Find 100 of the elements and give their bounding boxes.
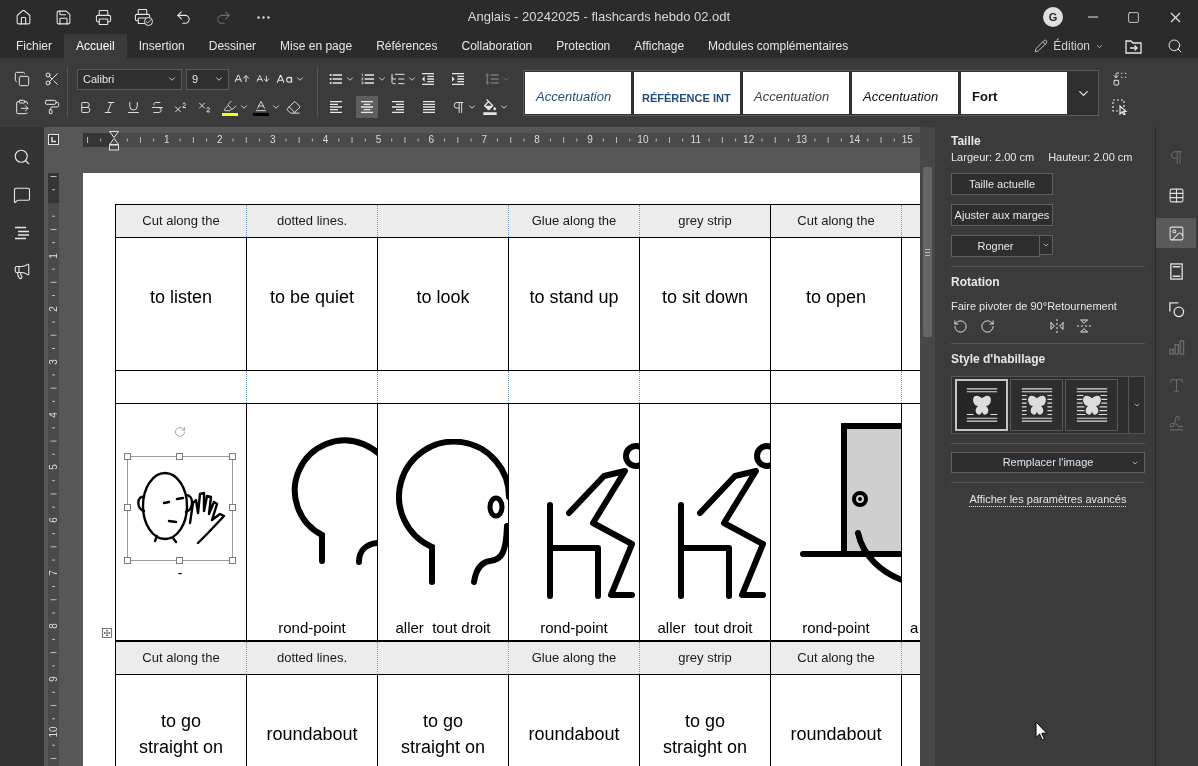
indent-marker-icon[interactable] [109,131,119,151]
style-preset[interactable]: Accentuation [743,72,849,114]
image-icon[interactable] [1167,224,1185,242]
maximize-icon[interactable] [1126,10,1140,24]
menu-tab[interactable]: Insertion [126,34,197,58]
caret-icon[interactable] [1042,241,1050,249]
subscript-icon[interactable] [197,99,212,115]
caret-icon[interactable] [377,74,387,84]
menu-tab[interactable]: Protection [544,34,623,58]
caret-icon[interactable] [467,102,477,112]
search-icon[interactable] [13,148,31,166]
highlighter-icon[interactable] [222,98,238,116]
caret-icon[interactable] [499,102,509,112]
headings-list-icon[interactable] [14,226,30,240]
underline-icon[interactable] [126,99,141,115]
multilevel-list-icon[interactable] [390,71,406,87]
shading-icon[interactable] [482,99,498,115]
editing-mode-button[interactable]: Édition [1033,36,1105,56]
printer-icon[interactable] [94,8,112,26]
folder-arrow-icon[interactable] [1125,38,1142,54]
caret-icon[interactable] [345,74,355,84]
advanced-settings-link[interactable]: Afficher les paramètres avancés [969,492,1127,506]
caret-icon[interactable] [167,74,177,84]
format-painter-icon[interactable] [44,99,60,115]
caret-icon[interactable] [214,74,224,84]
italic-icon[interactable] [102,99,117,115]
menu-tab[interactable]: Collaboration [449,34,545,58]
resize-handle[interactable] [124,557,131,564]
resize-handle[interactable] [124,504,131,511]
select-icon[interactable] [1112,99,1128,115]
superscript-icon[interactable] [173,99,188,115]
rotate-handle-icon[interactable] [174,426,186,438]
replace-icon[interactable] [1112,71,1128,87]
vertical-scrollbar[interactable] [920,127,935,766]
page-header-footer-icon[interactable] [1167,262,1185,280]
resize-handle[interactable] [124,453,131,460]
account-avatar[interactable]: G [1043,7,1063,27]
font-size-field[interactable]: 9 [186,68,229,90]
comment-icon[interactable] [13,186,31,204]
copy-icon[interactable] [14,71,30,87]
crop-button[interactable]: Rogner [951,235,1040,257]
panel-tab[interactable] [1156,218,1196,248]
menu-tab[interactable]: Affichage [622,34,697,58]
wrap-style-option[interactable] [955,379,1008,431]
pencil-icon[interactable] [1034,39,1049,53]
cut-icon[interactable] [44,71,60,87]
strikethrough-icon[interactable] [150,99,165,115]
caret-icon[interactable] [295,74,305,84]
menu-tab[interactable]: Mise en page [268,34,365,58]
menu-tab[interactable]: Dessiner [196,34,269,58]
horizontal-ruler[interactable]: 1 2 3 4 5 6 7 8 9 10 11 12 13 14 15 [83,133,920,147]
clear-format-icon[interactable] [286,99,301,115]
menu-tab[interactable]: Références [364,34,450,58]
wrap-style-option[interactable] [1065,379,1118,431]
bold-icon[interactable] [78,99,93,115]
actual-size-button[interactable]: Taille actuelle [951,173,1053,195]
style-preset[interactable]: Accentuation [525,72,631,114]
flip-vertical-icon[interactable] [1076,318,1092,334]
resize-handle[interactable] [176,557,183,564]
menu-tab[interactable]: Fichier [4,34,64,58]
resize-handle[interactable] [229,504,236,511]
paste-icon[interactable] [14,99,30,115]
pilcrow-icon[interactable] [451,99,466,115]
menu-tab[interactable]: Modules complémentaires [696,34,861,58]
rotate-right-icon[interactable] [980,318,995,334]
replace-image-dropdown[interactable]: Remplacer l'image [951,452,1145,473]
caret-icon[interactable] [239,102,249,112]
save-icon[interactable] [54,8,72,26]
caret-icon[interactable] [1132,401,1141,409]
tab-type-icon[interactable] [48,134,59,145]
scrollbar-thumb[interactable] [923,167,932,337]
caret-icon[interactable] [271,102,281,112]
font-name-field[interactable]: Calibri [77,68,182,90]
style-preset[interactable]: RÉFÉRENCE INT [634,72,740,114]
wrap-style-option[interactable] [1010,379,1063,431]
undo-icon[interactable] [174,8,192,26]
numbered-list-icon[interactable] [360,71,376,87]
home-icon[interactable] [14,8,32,26]
increase-indent-icon[interactable] [450,71,466,87]
style-preset[interactable]: Accentuation [852,72,958,114]
vertical-ruler[interactable]: 1 2 3 4 5 6 7 8 9 10 [48,173,59,766]
rotate-left-icon[interactable] [953,318,968,334]
resize-handle[interactable] [229,453,236,460]
strip-text: Cut along the [797,649,875,668]
quick-print-icon[interactable] [133,8,153,26]
decrease-indent-icon[interactable] [420,71,436,87]
megaphone-icon[interactable] [13,262,31,280]
bullet-list-icon[interactable] [328,71,344,87]
resize-handle[interactable] [229,557,236,564]
menu-tab[interactable]: Accueil [64,34,127,58]
resize-handle[interactable] [176,453,183,460]
caret-icon[interactable] [407,74,417,84]
search-icon[interactable] [1167,38,1183,54]
fit-to-margins-button[interactable]: Ajuster aux marges [951,204,1053,226]
table-move-handle-icon[interactable] [102,628,112,638]
flip-horizontal-icon[interactable] [1049,318,1065,334]
font-color-icon[interactable] [253,98,269,116]
table-icon[interactable] [1167,186,1185,204]
style-preset[interactable]: Fort [961,72,1067,114]
shapes-icon[interactable] [1167,300,1185,318]
